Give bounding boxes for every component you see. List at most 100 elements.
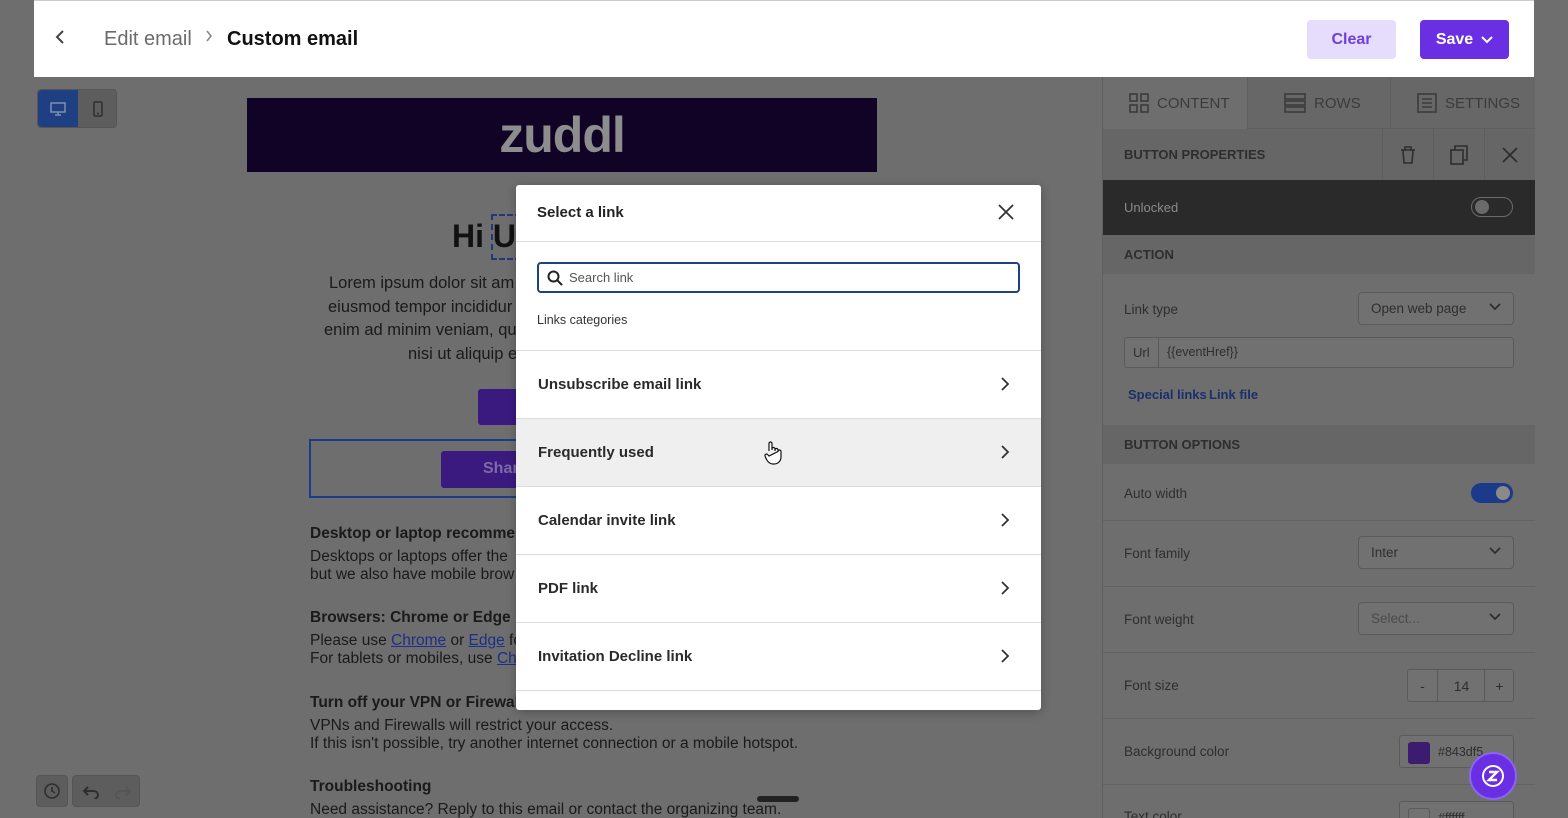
edge-link[interactable]: Edge [469,632,505,649]
font-family-label: Font family [1124,546,1191,561]
list-item-label: Frequently used [538,444,654,461]
rows-icon [1284,93,1306,113]
section-text: but we also have mobile brow [310,566,515,583]
section-title-desktop: Desktop or laptop recommen [310,525,516,542]
link-category-list: Unsubscribe email link Frequently used C… [516,350,1041,691]
link-type-value: Open web page [1371,301,1467,316]
save-button-label: Save [1435,30,1474,48]
options-header-label: BUTTON OPTIONS [1124,437,1241,452]
auto-width-toggle[interactable] [1471,483,1513,503]
history-icon [44,783,60,799]
lock-toggle[interactable] [1471,197,1513,217]
font-weight-label: Font weight [1124,612,1194,627]
history-button[interactable] [36,775,68,807]
back-button[interactable] [50,28,70,50]
modal-close-button[interactable] [996,202,1018,224]
tab-settings[interactable]: SETTINGS [1391,77,1535,129]
search-input[interactable] [569,267,1009,288]
font-weight-select[interactable]: Select... [1358,602,1514,635]
search-icon [547,270,563,286]
resize-handle[interactable] [757,796,799,802]
url-value: {{eventHref}} [1167,345,1238,359]
link-type-label: Link type [1124,302,1179,317]
text-fragment: or [446,632,469,649]
zuddl-chat-icon [1482,765,1504,787]
font-family-value: Inter [1371,545,1399,560]
chevron-down-icon [1489,303,1501,311]
chrome-link-mobile[interactable]: Ch [497,650,516,667]
auto-width-label: Auto width [1124,486,1188,501]
section-title-browsers: Browsers: Chrome or Edge [310,609,511,626]
breadcrumb-parent[interactable]: Edit email [104,28,192,51]
modal-title: Select a link [537,204,624,221]
clear-button[interactable]: Clear [1307,20,1396,59]
font-size-increment[interactable]: + [1484,670,1514,701]
copy-icon [1450,144,1468,165]
tab-rows-label: ROWS [1314,94,1361,112]
close-panel-button[interactable] [1484,129,1535,180]
mobile-view-button[interactable] [78,90,118,127]
font-size-decrement[interactable]: - [1408,670,1438,701]
link-type-select[interactable]: Open web page [1358,292,1514,325]
top-header: Edit email Custom email Clear Save [34,0,1534,77]
text-color-label: Text color [1124,809,1182,818]
modal-header: Select a link [516,185,1041,242]
lorem-line: nisi ut aliquip e [408,344,518,363]
duplicate-button[interactable] [1433,129,1484,180]
chevron-right-icon [1001,513,1010,527]
url-input[interactable]: Url {{eventHref}} [1124,337,1514,368]
font-family-select[interactable]: Inter [1358,536,1514,569]
grid-icon [1129,93,1149,113]
save-button[interactable]: Save [1420,20,1509,59]
text-color-value: #ffffff [1438,811,1465,818]
search-field[interactable] [537,262,1020,293]
lorem-line: eiusmod tempor incididur [328,297,513,316]
chrome-link[interactable]: Chrome [391,632,446,649]
link-category-invitation-decline[interactable]: Invitation Decline link [516,623,1041,691]
section-text: Please use Chrome or Edge fo [310,632,516,650]
toggle-knob [1496,486,1510,500]
desktop-view-button[interactable] [38,90,78,127]
props-title: BUTTON PROPERTIES [1124,147,1266,162]
share-button[interactable]: Shar [441,451,521,488]
chat-widget-button[interactable] [1469,752,1517,800]
desktop-icon [50,101,66,116]
lorem-line: enim ad minim veniam, qu [324,321,517,339]
panel-tabs: CONTENT ROWS SETTINGS [1103,77,1535,129]
lock-bar: Unlocked [1103,180,1535,235]
section-text: For tablets or mobiles, use Ch [310,650,516,668]
link-category-unsubscribe[interactable]: Unsubscribe email link [516,351,1041,419]
section-text: Desktops or laptops offer the [310,548,508,565]
redo-button[interactable] [107,780,139,804]
trash-icon [1401,145,1415,164]
link-category-calendar-invite[interactable]: Calendar invite link [516,487,1041,555]
email-cta-button[interactable] [478,389,518,425]
section-title-vpn: Turn off your VPN or Firewall [310,694,516,711]
email-banner[interactable]: zuddl [247,98,877,172]
toggle-knob [1475,200,1489,214]
chevron-down-icon [1481,35,1493,43]
font-size-label: Font size [1124,678,1179,693]
unlocked-label: Unlocked [1124,200,1179,215]
link-category-pdf[interactable]: PDF link [516,555,1041,623]
close-icon [1502,146,1518,163]
mobile-icon [93,100,103,117]
chevron-right-icon [1001,649,1010,663]
tab-rows[interactable]: ROWS [1248,77,1390,129]
divider [1103,652,1535,653]
special-links-link[interactable]: Special links [1128,387,1207,402]
font-size-stepper: - 14 + [1407,669,1514,702]
list-item-label: Calendar invite link [538,512,676,529]
undo-redo-group [72,775,140,807]
link-file-link[interactable]: Link file [1209,387,1258,402]
page-title: Custom email [227,28,359,50]
tab-content[interactable]: CONTENT [1103,77,1247,129]
delete-button[interactable] [1382,129,1433,180]
text-color-picker[interactable]: #ffffff [1399,801,1514,818]
email-body-text[interactable]: Lorem ipsum dolor sit am eiusmod tempor … [318,272,518,366]
divider [1103,586,1535,587]
undo-button[interactable] [75,780,107,804]
button-properties-bar: BUTTON PROPERTIES [1103,129,1535,180]
font-size-value[interactable]: 14 [1439,670,1484,701]
section-title-troubleshooting: Troubleshooting [310,778,432,795]
